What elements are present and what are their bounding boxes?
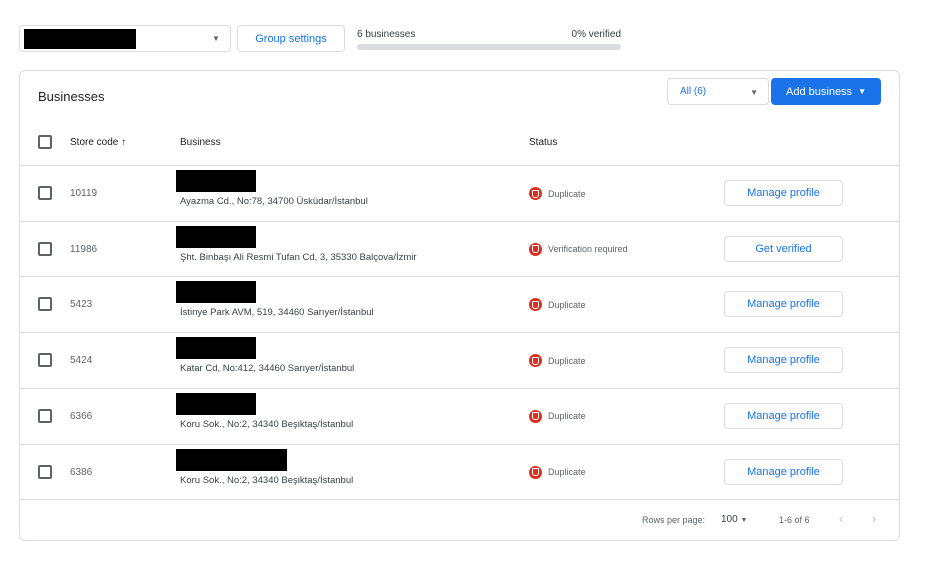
- group-selector[interactable]: ▼: [19, 25, 231, 52]
- column-header-store-code[interactable]: Store code ↑: [70, 137, 126, 148]
- redacted-business-name: [176, 448, 287, 471]
- status-badge: Duplicate: [529, 187, 586, 200]
- store-code: 6386: [70, 466, 93, 478]
- row-action-button[interactable]: Manage profile: [724, 347, 843, 374]
- status-text: Duplicate: [548, 299, 586, 310]
- rows-per-page-label: Rows per page:: [642, 515, 706, 525]
- dropdown-caret-icon: ▼: [858, 87, 866, 96]
- status-text: Duplicate: [548, 411, 586, 422]
- status-badge: Duplicate: [529, 354, 586, 368]
- table-row: 11986 Şht. Binbaşı Ali Resmi Tufan Cd, 3…: [20, 220, 899, 277]
- redacted-business-name: [176, 392, 256, 415]
- status-text: Verification required: [548, 244, 628, 255]
- table-row: 10119 Ayazma Cd., No:78, 34700 Üsküdar/İ…: [20, 165, 899, 221]
- rows-per-page-value: 100: [721, 514, 738, 525]
- verified-progress-bar: [357, 44, 621, 50]
- business-address: Koru Sok., No:2, 34340 Beşiktaş/İstanbul: [180, 474, 354, 486]
- table-row: 6386 Koru Sok., No:2, 34340 Beşiktaş/İst…: [20, 443, 899, 500]
- card-title: Businesses: [38, 89, 105, 104]
- next-page-button[interactable]: ›: [872, 511, 876, 526]
- row-checkbox[interactable]: [38, 297, 52, 312]
- business-address: Ayazma Cd., No:78, 34700 Üsküdar/İstanbu…: [180, 196, 368, 207]
- redacted-business-name: [176, 337, 256, 360]
- filter-value: All (6): [680, 86, 707, 97]
- add-business-button[interactable]: Add business ▼: [771, 78, 881, 105]
- redacted-business-name: [176, 281, 256, 304]
- store-code: 10119: [70, 188, 98, 199]
- status-text: Duplicate: [548, 355, 586, 366]
- row-checkbox[interactable]: [38, 241, 52, 256]
- store-code: 5423: [70, 299, 93, 311]
- row-action-button[interactable]: Manage profile: [724, 402, 843, 429]
- warning-shield-icon: [529, 354, 542, 368]
- row-checkbox[interactable]: [38, 408, 52, 423]
- group-settings-button[interactable]: Group settings: [237, 25, 345, 52]
- warning-shield-icon: [529, 298, 542, 312]
- row-action-button[interactable]: Get verified: [724, 235, 843, 262]
- dropdown-caret-icon: ▼: [212, 34, 220, 43]
- row-checkbox[interactable]: [38, 353, 52, 368]
- store-code: 11986: [70, 243, 98, 255]
- table-row: 6366 Koru Sok., No:2, 34340 Beşiktaş/İst…: [20, 387, 899, 444]
- table-row: 5424 Katar Cd, No:412, 34460 Sarıyer/İst…: [20, 332, 899, 388]
- status-badge: Duplicate: [529, 409, 586, 423]
- redacted-business-name: [176, 170, 256, 192]
- warning-shield-icon: [529, 187, 542, 200]
- row-action-button[interactable]: Manage profile: [724, 180, 843, 206]
- status-text: Duplicate: [548, 467, 586, 477]
- store-code-label: Store code: [70, 137, 119, 148]
- sort-arrow-up-icon: ↑: [121, 137, 127, 148]
- status-badge: Duplicate: [529, 465, 586, 479]
- prev-page-button[interactable]: ‹: [839, 511, 843, 526]
- store-code: 5424: [70, 355, 93, 367]
- status-badge: Verification required: [529, 242, 628, 256]
- verified-percent: 0% verified: [571, 29, 621, 40]
- status-text: Duplicate: [548, 188, 586, 199]
- row-checkbox[interactable]: [38, 186, 52, 200]
- business-address: Şht. Binbaşı Ali Resmi Tufan Cd, 3, 3533…: [180, 251, 417, 263]
- select-all-checkbox[interactable]: [38, 135, 52, 149]
- row-action-button[interactable]: Manage profile: [724, 458, 843, 485]
- store-code: 6366: [70, 410, 93, 422]
- pagination-range: 1-6 of 6: [779, 515, 810, 525]
- redacted-group-name: [24, 29, 136, 49]
- dropdown-caret-icon: ▼: [740, 517, 748, 524]
- redacted-business-name: [176, 225, 256, 248]
- warning-shield-icon: [529, 409, 542, 423]
- warning-shield-icon: [529, 242, 542, 256]
- rows-per-page-select[interactable]: 100 ▼: [721, 514, 747, 525]
- column-header-business: Business: [180, 137, 221, 148]
- business-address: Katar Cd, No:412, 34460 Sarıyer/İstanbul: [180, 363, 355, 375]
- dropdown-caret-icon: ▼: [750, 88, 758, 97]
- add-business-label: Add business: [786, 85, 853, 98]
- footer-divider: [20, 499, 899, 500]
- status-badge: Duplicate: [529, 298, 586, 312]
- row-action-button[interactable]: Manage profile: [724, 291, 843, 318]
- row-checkbox[interactable]: [38, 464, 52, 479]
- column-header-status: Status: [529, 137, 558, 148]
- filter-select[interactable]: All (6) ▼: [667, 78, 769, 105]
- table-row: 5423 İstinye Park AVM, 519, 34460 Sarıye…: [20, 276, 899, 332]
- business-address: İstinye Park AVM, 519, 34460 Sarıyer/İst…: [180, 307, 374, 319]
- warning-shield-icon: [529, 465, 542, 479]
- business-count: 6 businesses: [357, 29, 416, 40]
- business-address: Koru Sok., No:2, 34340 Beşiktaş/İstanbul: [180, 418, 354, 430]
